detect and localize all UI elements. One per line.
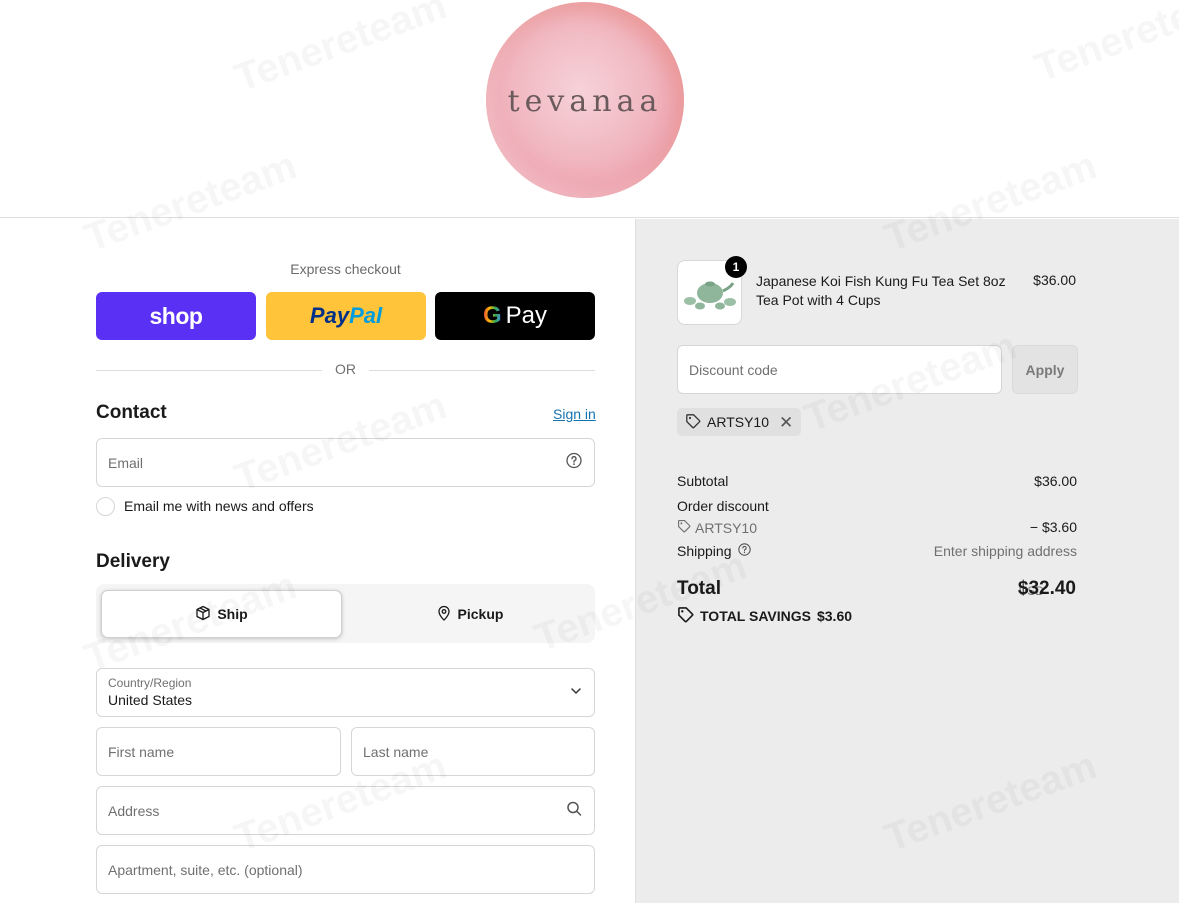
logo-text: tevanaa — [507, 84, 663, 119]
or-text: OR — [335, 361, 356, 377]
subtotal-row: Subtotal $36.00 — [677, 473, 1077, 489]
search-icon — [566, 800, 582, 821]
express-checkout-label: Express checkout — [290, 261, 401, 277]
applied-discount-chip: ARTSY10 ✕ — [677, 408, 802, 436]
applied-code: ARTSY10 — [707, 414, 769, 430]
tab-pickup-label: Pickup — [457, 606, 504, 622]
shop-pay-button[interactable]: shop — [96, 292, 256, 340]
contact-heading: Contact — [96, 402, 167, 423]
first-name-placeholder: First name — [108, 743, 175, 760]
order-discount-row: Order discount — [677, 498, 1077, 514]
discount-code-field[interactable]: Discount code — [677, 345, 1002, 394]
subtotal-value: $36.00 — [1034, 473, 1077, 489]
tag-icon — [685, 413, 701, 432]
google-g-icon: G — [482, 302, 502, 329]
store-logo[interactable]: tevanaa — [486, 2, 684, 198]
tag-icon — [677, 606, 694, 626]
address-placeholder: Address — [108, 802, 160, 819]
discount-placeholder: Discount code — [689, 361, 778, 378]
country-value: United States — [108, 692, 193, 708]
remove-discount-icon[interactable]: ✕ — [779, 414, 793, 431]
product-price: $36.00 — [1033, 272, 1076, 288]
tag-icon — [677, 519, 691, 536]
paypal-button[interactable]: Pay Pal — [266, 292, 426, 340]
paypal-label-pay: Pay — [309, 303, 350, 328]
help-icon[interactable] — [566, 452, 582, 473]
delivery-method-toggle: Ship Pickup — [96, 584, 595, 643]
shop-pay-label: shop — [149, 302, 203, 329]
store-header: tevanaa — [0, 0, 1179, 218]
country-select[interactable]: Country/Region United States — [96, 668, 595, 717]
shipping-row: Shipping Enter shipping address — [677, 543, 1077, 559]
discount-value: − $3.60 — [1029, 519, 1077, 535]
quantity-badge: 1 — [725, 256, 747, 278]
box-icon — [195, 605, 211, 624]
email-field[interactable]: Email — [96, 438, 595, 487]
newsletter-label: Email me with news and offers — [124, 498, 314, 514]
total-label: Total — [677, 578, 721, 599]
tab-ship-label: Ship — [217, 606, 248, 622]
google-pay-button[interactable]: G Pay — [435, 292, 595, 340]
product-name: Japanese Koi Fish Kung Fu Tea Set 8oz Te… — [756, 273, 1006, 308]
total-savings: TOTAL SAVINGS $3.60 — [677, 606, 852, 626]
location-pin-icon — [436, 605, 452, 624]
discount-code-label: ARTSY10 — [695, 519, 757, 536]
shipping-label: Shipping — [677, 543, 732, 559]
subtotal-label: Subtotal — [677, 473, 729, 489]
address-field[interactable]: Address — [96, 786, 595, 835]
tab-pickup[interactable]: Pickup — [349, 590, 590, 638]
savings-value: $3.60 — [816, 608, 853, 624]
paypal-label-pal: Pal — [349, 303, 383, 328]
checkout-form: Express checkout shop Pay Pal G Pay OR Co… — [0, 219, 635, 903]
total-value: $32.40 — [1017, 578, 1076, 599]
google-pay-label: Pay — [505, 302, 548, 329]
order-summary: 1 Japanese Koi Fish Kung Fu Tea Set 8oz … — [635, 219, 1179, 903]
last-name-placeholder: Last name — [363, 743, 429, 760]
help-icon[interactable] — [737, 543, 751, 559]
or-divider: OR — [96, 361, 595, 379]
divider-line-right — [369, 370, 595, 371]
tea-set-image — [683, 281, 736, 309]
shipping-value: Enter shipping address — [933, 543, 1077, 559]
order-discount-label: Order discount — [677, 498, 769, 514]
first-name-field[interactable]: First name — [96, 727, 341, 776]
apply-button[interactable]: Apply — [1012, 345, 1078, 394]
country-label: Country/Region — [108, 676, 192, 690]
apartment-placeholder: Apartment, suite, etc. (optional) — [108, 861, 303, 878]
delivery-heading: Delivery — [96, 551, 170, 572]
last-name-field[interactable]: Last name — [351, 727, 595, 776]
chevron-down-icon — [570, 684, 582, 702]
sign-in-link[interactable]: Sign in — [553, 406, 596, 422]
apartment-field[interactable]: Apartment, suite, etc. (optional) — [96, 845, 595, 894]
discount-code-row: ARTSY10 − $3.60 — [677, 519, 1077, 536]
savings-label: TOTAL SAVINGS — [700, 608, 811, 624]
email-placeholder: Email — [108, 454, 144, 471]
newsletter-checkbox[interactable] — [96, 497, 115, 516]
tab-ship[interactable]: Ship — [101, 590, 342, 638]
